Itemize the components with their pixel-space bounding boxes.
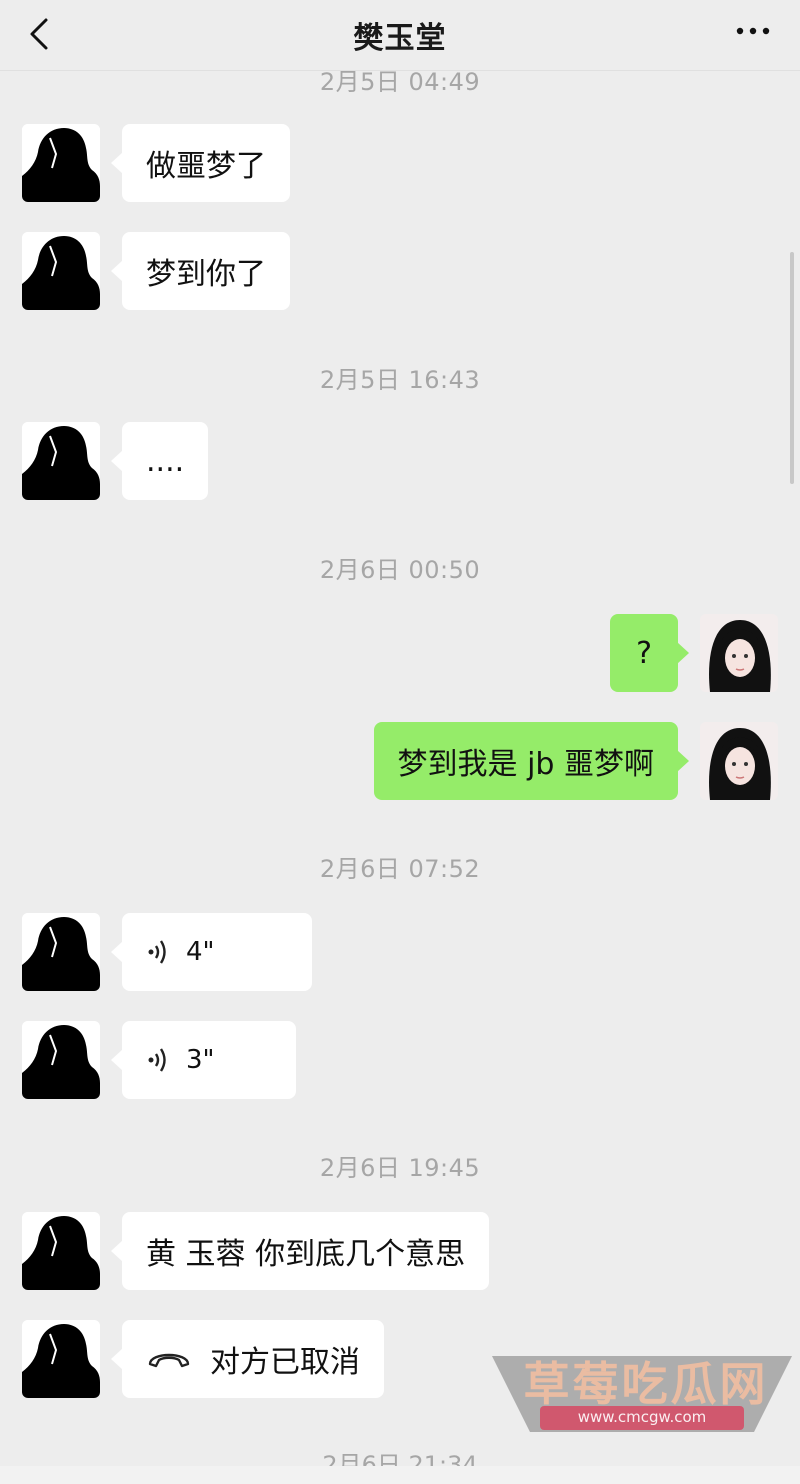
message-bubble[interactable]: 黄 玉蓉 你到底几个意思 — [110, 1212, 490, 1290]
chat-title: 樊玉堂 — [353, 21, 447, 56]
message-row: 4" — [0, 913, 800, 991]
timestamp: 2月6日 00:50 — [319, 556, 481, 584]
watermark-url: www.cmcgw.com — [577, 1408, 707, 1426]
call-message[interactable]: 对方已取消 — [111, 1320, 384, 1398]
voice-duration: 4" — [186, 937, 215, 967]
chat-area[interactable]: 2月5日 04:49 做噩梦了 梦到你了 2月5日 16:43 .... 2月6… — [0, 0, 800, 1484]
message-row: 黄 玉蓉 你到底几个意思 — [0, 1212, 800, 1290]
contact-avatar[interactable] — [22, 1320, 100, 1398]
more-dots-icon[interactable] — [728, 16, 778, 46]
message-row: 梦到你了 — [0, 232, 800, 310]
my-avatar[interactable] — [700, 614, 778, 692]
message-bubble[interactable]: 做噩梦了 — [111, 124, 290, 202]
timestamp: 2月6日 07:52 — [319, 855, 481, 883]
chat-header: 樊玉堂 — [0, 0, 800, 71]
message-bubble[interactable]: 梦到我是 jb 噩梦啊 — [373, 722, 690, 800]
timestamp: 2月6日 19:45 — [319, 1154, 481, 1182]
contact-avatar[interactable] — [22, 232, 100, 310]
voice-message[interactable]: 4" — [111, 913, 312, 991]
watermark: 草莓吃瓜网 www.cmcgw.com — [492, 1356, 792, 1432]
message-bubble[interactable]: ? — [610, 614, 689, 692]
message-row: 做噩梦了 — [0, 124, 800, 202]
message-bubble[interactable]: 梦到你了 — [111, 232, 290, 310]
call-status: 对方已取消 — [210, 1345, 360, 1380]
timestamp: 2月5日 16:43 — [319, 366, 481, 394]
message-bubble[interactable]: .... — [110, 422, 209, 500]
phone-hangup-icon — [148, 1353, 190, 1368]
message-row: .... — [0, 422, 800, 500]
message-row: 3" — [0, 1021, 800, 1099]
contact-avatar[interactable] — [22, 1021, 100, 1099]
voice-wave-icon — [148, 1048, 166, 1072]
contact-avatar[interactable] — [22, 1212, 100, 1290]
message-row: ? — [0, 614, 800, 692]
message-row: 梦到我是 jb 噩梦啊 — [0, 722, 800, 800]
scrollbar[interactable] — [790, 252, 794, 484]
voice-duration: 3" — [186, 1045, 215, 1075]
watermark-text: 草莓吃瓜网 — [523, 1357, 769, 1411]
contact-avatar[interactable] — [22, 422, 100, 500]
my-avatar[interactable] — [700, 722, 778, 800]
bottom-edge — [0, 1466, 800, 1484]
chevron-left-icon[interactable] — [22, 14, 62, 54]
contact-avatar[interactable] — [22, 124, 100, 202]
contact-avatar[interactable] — [22, 913, 100, 991]
voice-message[interactable]: 3" — [111, 1021, 296, 1099]
voice-wave-icon — [148, 940, 166, 964]
